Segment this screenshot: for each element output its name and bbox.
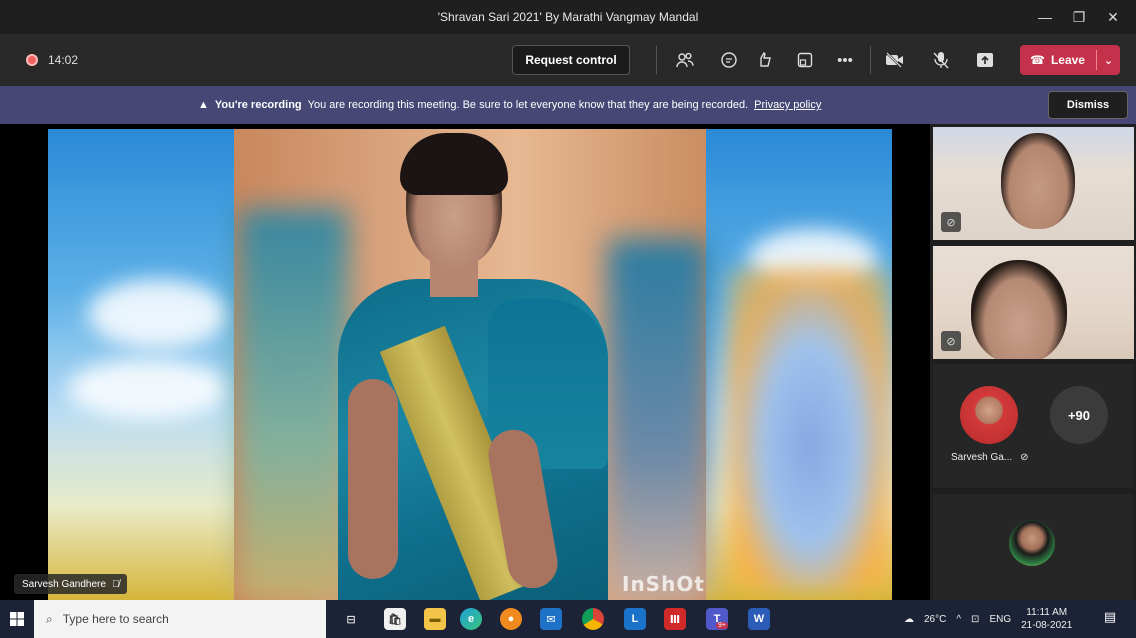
mic-off-icon: ⊘ bbox=[941, 331, 961, 351]
reactions-icon[interactable] bbox=[752, 48, 778, 72]
taskbar-search-box[interactable]: ⌕ Type here to search bbox=[34, 600, 326, 638]
weather-icon[interactable]: ☁ bbox=[904, 614, 914, 625]
mic-off-icon[interactable] bbox=[928, 48, 954, 72]
search-icon: ⌕ bbox=[46, 611, 53, 626]
store-icon[interactable]: 🛍 bbox=[384, 608, 406, 630]
window-controls: — ❐ ✕ bbox=[1028, 0, 1130, 34]
more-participants-button[interactable]: +90 bbox=[1050, 386, 1108, 444]
recording-icon bbox=[26, 54, 38, 66]
windows-start-icon[interactable] bbox=[0, 600, 34, 638]
privacy-policy-link[interactable]: Privacy policy bbox=[754, 99, 821, 111]
chat-icon[interactable] bbox=[716, 48, 742, 72]
recording-banner: ▲ You're recording You are recording thi… bbox=[0, 86, 1136, 124]
speaker-name-tag: Sarvesh Gandhere 🎙̸ bbox=[14, 574, 128, 594]
meeting-toolbar: 14:02 Request control ••• ☎ Leave ⌄ bbox=[0, 34, 1136, 86]
weather-temp[interactable]: 26°C bbox=[924, 614, 946, 625]
banner-title: You're recording bbox=[214, 99, 302, 111]
request-control-button[interactable]: Request control bbox=[512, 45, 630, 75]
participant-face bbox=[971, 260, 1067, 359]
word-icon[interactable]: W bbox=[748, 608, 770, 630]
app-icon[interactable]: ● bbox=[500, 608, 522, 630]
camera-off-icon[interactable] bbox=[882, 48, 908, 72]
mic-off-icon: ⊘ bbox=[1020, 452, 1029, 463]
phone-icon: ☎ bbox=[1030, 53, 1045, 67]
mic-off-icon: ⊘ bbox=[941, 212, 961, 232]
app-icon[interactable]: L bbox=[624, 608, 646, 630]
share-screen-icon[interactable] bbox=[972, 48, 998, 72]
participant-video-tile[interactable]: ⊘ bbox=[933, 246, 1134, 359]
more-icon[interactable]: ••• bbox=[832, 48, 858, 72]
chevron-down-icon[interactable]: ⌄ bbox=[1097, 54, 1120, 67]
network-icon[interactable]: ⊡ bbox=[971, 614, 979, 625]
participant-face bbox=[1001, 133, 1075, 229]
task-view-icon[interactable]: ⊟ bbox=[340, 608, 362, 630]
rooms-icon[interactable] bbox=[792, 48, 818, 72]
mail-icon[interactable]: ✉ bbox=[540, 608, 562, 630]
self-view-tile[interactable] bbox=[933, 494, 1134, 600]
participant-name: Sarvesh Ga... bbox=[951, 452, 1013, 463]
notification-icon[interactable]: ▤ bbox=[1100, 609, 1120, 629]
participant-video-tile[interactable]: ⊘ bbox=[933, 127, 1134, 240]
minimize-button[interactable]: — bbox=[1028, 9, 1062, 25]
clock-time: 11:11 AM bbox=[1026, 607, 1068, 618]
title-bar: 'Shravan Sari 2021' By Marathi Vangmay M… bbox=[0, 0, 1136, 34]
windows-taskbar: ⌕ Type here to search ⊟ 🛍 ▬ e ● ✉ L Ⅲ T … bbox=[0, 600, 1136, 638]
system-tray: ☁ 26°C ^ ⊡ ENG 11:11 AM 21-08-2021 bbox=[904, 600, 1072, 638]
leave-label: Leave bbox=[1050, 53, 1085, 67]
main-video-stage: InShOt Sarvesh Gandhere 🎙̸ bbox=[0, 124, 930, 600]
dismiss-button[interactable]: Dismiss bbox=[1048, 91, 1128, 119]
speaker-video: InShOt bbox=[48, 129, 892, 600]
toolbar-divider bbox=[656, 46, 657, 74]
cloud bbox=[88, 279, 228, 349]
participant-label: Sarvesh Ga... ⊘ bbox=[951, 452, 1029, 463]
chevron-up-icon[interactable]: ^ bbox=[956, 614, 961, 625]
avatar bbox=[1009, 520, 1055, 566]
edge-icon[interactable]: e bbox=[460, 608, 482, 630]
language-indicator[interactable]: ENG bbox=[989, 614, 1011, 625]
blurred-figure bbox=[608, 239, 708, 600]
blurred-figure bbox=[238, 209, 348, 600]
arm bbox=[348, 379, 398, 579]
cloud bbox=[68, 359, 228, 419]
leave-button[interactable]: ☎ Leave ⌄ bbox=[1020, 45, 1120, 75]
warning-icon: ▲ bbox=[198, 99, 209, 111]
meeting-timer: 14:02 bbox=[48, 53, 79, 67]
file-explorer-icon[interactable]: ▬ bbox=[424, 608, 446, 630]
participants-icon[interactable] bbox=[672, 48, 698, 72]
avatar[interactable] bbox=[960, 386, 1018, 444]
clock-date: 21-08-2021 bbox=[1021, 620, 1073, 631]
window-title: 'Shravan Sari 2021' By Marathi Vangmay M… bbox=[437, 10, 699, 24]
participant-avatars-row: +90 Sarvesh Ga... ⊘ bbox=[933, 364, 1134, 488]
mic-off-icon: 🎙̸ bbox=[111, 578, 120, 590]
search-placeholder: Type here to search bbox=[62, 612, 169, 626]
toolbar-divider bbox=[870, 46, 871, 74]
close-button[interactable]: ✕ bbox=[1096, 9, 1130, 26]
teams-badge: 9+ bbox=[716, 622, 728, 629]
video-watermark: InShOt bbox=[622, 572, 705, 596]
maximize-button[interactable]: ❐ bbox=[1062, 9, 1096, 26]
participants-panel: ⊘ ⊘ +90 Sarvesh Ga... ⊘ bbox=[930, 124, 1136, 600]
speaker-name: Sarvesh Gandhere bbox=[22, 578, 106, 590]
banner-message: You are recording this meeting. Be sure … bbox=[307, 99, 749, 111]
chrome-icon[interactable] bbox=[582, 608, 604, 630]
blurred-artwork bbox=[728, 269, 892, 589]
app-icon[interactable]: Ⅲ bbox=[664, 608, 686, 630]
taskbar-clock[interactable]: 11:11 AM 21-08-2021 bbox=[1021, 606, 1072, 632]
